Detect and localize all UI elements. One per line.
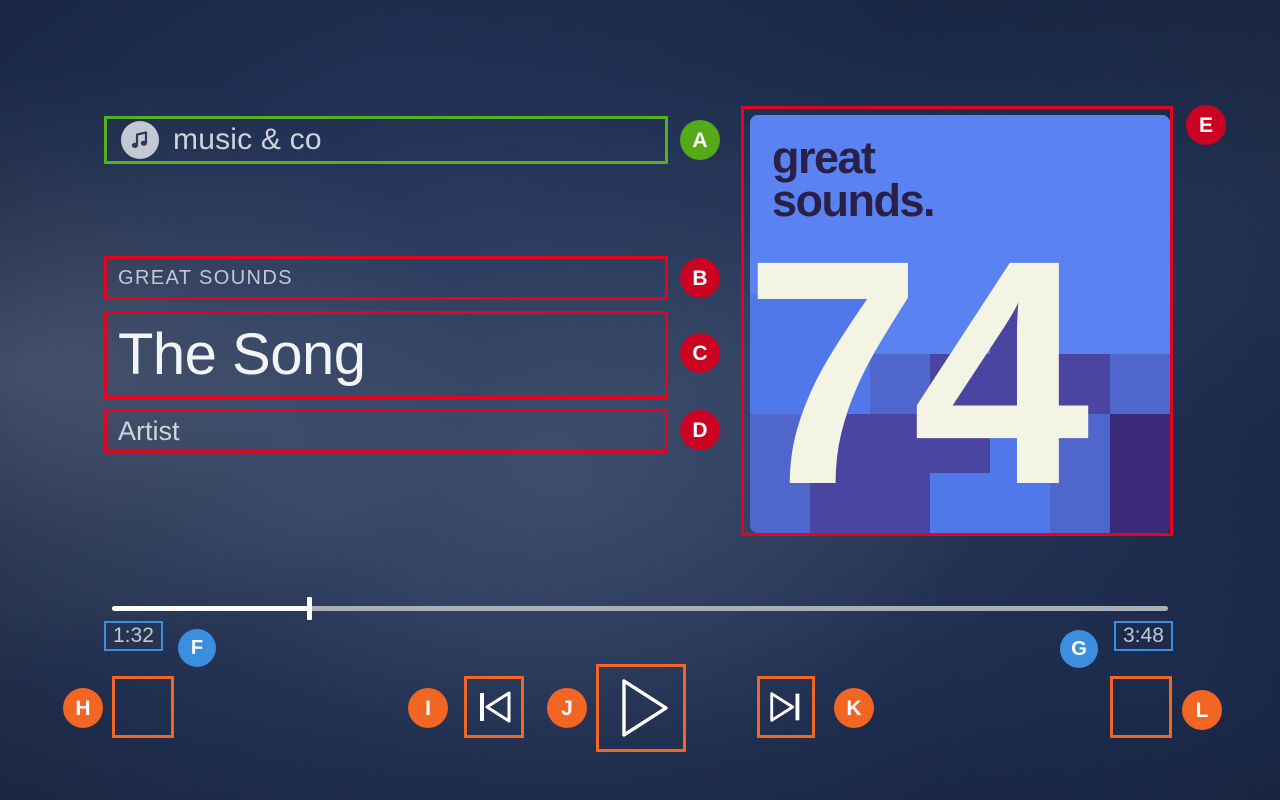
artist-text: Artist (118, 415, 180, 446)
play-icon (608, 675, 674, 741)
annotation-badge-l: L (1182, 690, 1222, 730)
right-extra-button[interactable] (1110, 676, 1172, 738)
music-note-icon (121, 121, 159, 159)
play-button[interactable] (596, 664, 686, 752)
album-art[interactable]: great sounds. 74 (750, 115, 1170, 533)
progress-bar[interactable] (112, 597, 1168, 620)
annotation-badge-j: J (547, 688, 587, 728)
annotation-badge-c: C (680, 333, 720, 373)
annotation-badge-e: E (1186, 105, 1226, 145)
annotation-badge-h: H (63, 688, 103, 728)
music-player-screen: music & co GREAT SOUNDS The Song Artist … (0, 0, 1280, 800)
next-button[interactable] (757, 676, 815, 738)
annotation-badge-f: F (178, 629, 216, 667)
app-name-label: music & co (173, 123, 322, 156)
time-elapsed-label: 1:32 (113, 624, 154, 647)
previous-button[interactable] (464, 676, 524, 738)
annotation-badge-a: A (680, 120, 720, 160)
annotation-badge-b: B (680, 258, 720, 298)
album-label-text: GREAT SOUNDS (118, 266, 293, 289)
previous-track-icon (473, 686, 515, 728)
annotation-badge-g: G (1060, 630, 1098, 668)
annotation-badge-i: I (408, 688, 448, 728)
album-art-tile (1110, 115, 1170, 175)
time-total: 3:48 (1114, 621, 1173, 651)
annotation-badge-k: K (834, 688, 874, 728)
progress-bar-fill (112, 606, 310, 611)
album-art-wordmark-line1: great (772, 132, 876, 183)
artist-field[interactable]: Artist (104, 409, 668, 453)
album-art-tile (990, 115, 1050, 175)
next-track-icon (766, 687, 806, 727)
app-name-field[interactable]: music & co (104, 116, 668, 164)
album-art-tile (1050, 115, 1110, 175)
time-total-label: 3:48 (1123, 624, 1164, 647)
album-label-field[interactable]: GREAT SOUNDS (104, 256, 668, 300)
progress-bar-thumb[interactable] (307, 597, 313, 620)
left-extra-button[interactable] (112, 676, 174, 738)
album-art-tile (1110, 174, 1170, 235)
annotation-badge-d: D (680, 410, 720, 450)
track-title-text: The Song (118, 322, 366, 387)
track-title-field[interactable]: The Song (104, 311, 668, 399)
album-art-number: 74 (750, 193, 1090, 533)
time-elapsed: 1:32 (104, 621, 163, 651)
album-art-highlight[interactable]: great sounds. 74 (741, 106, 1173, 536)
album-art-tile (930, 115, 990, 175)
